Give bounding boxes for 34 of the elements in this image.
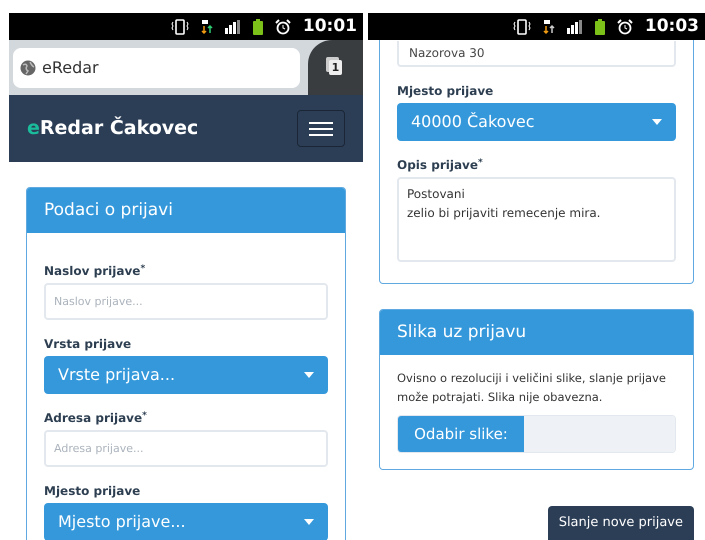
alarm-clock-icon bbox=[274, 18, 291, 34]
tabs-button[interactable]: 1 bbox=[308, 40, 363, 95]
card-header: Slika uz prijavu bbox=[380, 310, 693, 355]
status-time: 10:03 bbox=[644, 14, 699, 38]
data-arrows-icon bbox=[200, 18, 213, 34]
caret-icon bbox=[304, 519, 314, 525]
vibrate-icon bbox=[512, 18, 531, 34]
image-note: Ovisno o rezoluciji i veličini slike, slanje prijave može potrajati. Slika nije obavezna. bbox=[397, 370, 667, 406]
card-header: Podaci o prijavi bbox=[27, 188, 345, 233]
data-arrows-icon bbox=[542, 18, 555, 34]
input-field[interactable]: Naslov prijave... bbox=[44, 283, 328, 320]
battery-icon bbox=[252, 18, 263, 34]
textarea-field[interactable]: Postovani zelio bi prijaviti remecenje mira. bbox=[397, 177, 676, 262]
submit-button[interactable]: Slanje nove prijave bbox=[548, 506, 694, 540]
alarm-clock-icon bbox=[616, 18, 633, 34]
field-label: Mjesto prijave bbox=[44, 485, 142, 497]
signal-icon bbox=[224, 20, 241, 34]
field-label: Opis prijave$^{*}$ bbox=[397, 159, 484, 171]
menu-button[interactable] bbox=[297, 110, 345, 147]
vibrate-icon bbox=[170, 18, 189, 34]
caret-icon bbox=[304, 372, 314, 378]
caret-icon bbox=[652, 119, 662, 125]
battery-icon bbox=[594, 18, 605, 34]
field-label: Vrsta prijave bbox=[44, 338, 132, 350]
field-label: Adresa prijave$^{*}$ bbox=[44, 412, 148, 424]
field-label: Mjesto prijave bbox=[397, 85, 494, 97]
input-field[interactable]: Nazorova 30 bbox=[397, 41, 676, 67]
field-label: Naslov prijave$^{*}$ bbox=[44, 265, 146, 277]
url-field[interactable]: eRedar bbox=[13, 48, 300, 88]
brand-logo[interactable]: eRedar Čakovec bbox=[27, 114, 198, 143]
status-time: 10:01 bbox=[302, 14, 357, 38]
globe-icon bbox=[20, 60, 36, 76]
input-field[interactable]: Adresa prijave... bbox=[44, 430, 328, 467]
signal-icon bbox=[566, 20, 583, 34]
